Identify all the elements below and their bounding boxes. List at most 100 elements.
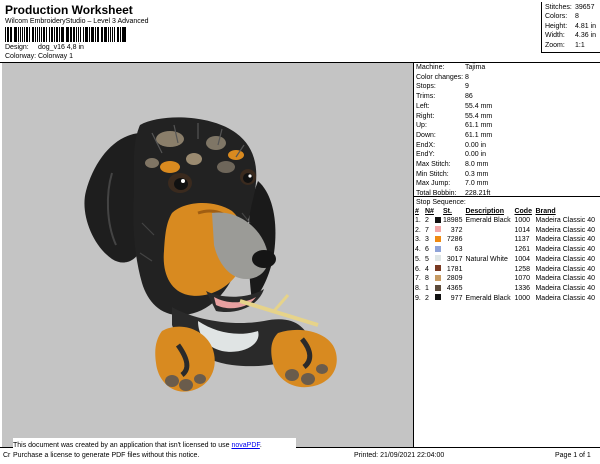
thread-brand: Madeira Classic 40 (535, 246, 595, 254)
stat-width: Width: 4.36 in (545, 31, 600, 40)
machine-info-row: Color changes: 8 (416, 73, 600, 83)
needle-number: 3 (425, 236, 429, 244)
barcode (5, 27, 127, 42)
machine-info-label: Stops: (416, 83, 436, 91)
stat-label: Zoom: (545, 41, 565, 49)
machine-info-value: 9 (465, 83, 469, 91)
stop-number: 4. (415, 246, 421, 254)
machine-info-value: 8 (465, 73, 469, 81)
machine-info-label: EndY: (416, 151, 435, 159)
barcode-bar (6, 27, 9, 42)
design-label: Design: (5, 44, 29, 51)
barcode-bar (107, 27, 109, 42)
stop-number: 8. (415, 284, 421, 292)
stop-number: 6. (415, 265, 421, 273)
barcode-bar (117, 27, 119, 42)
color-swatch (435, 236, 441, 243)
barcode-bar (83, 27, 85, 42)
stop-number: 7. (415, 275, 421, 283)
footer-left-text: Cr (3, 452, 11, 459)
swatch-cell (435, 274, 443, 284)
stitch-count: 372 (450, 226, 463, 234)
stat-stitches: Stitches: 39657 (545, 3, 600, 12)
machine-info-row: Machine: Tajima (416, 63, 600, 73)
stop-number: 9. (415, 294, 421, 302)
barcode-bar (102, 27, 104, 42)
machine-info-value: 0.00 in (465, 151, 487, 159)
thread-code: 1070 (514, 275, 531, 283)
thread-description: Emerald Black (465, 217, 511, 224)
barcode-bar (38, 27, 41, 42)
barcode-bar (41, 27, 43, 42)
stitch-count: 18985 (443, 217, 463, 224)
barcode-bar (28, 27, 30, 42)
machine-info-label: EndX: (416, 141, 436, 149)
machine-info-row: Max Stitch: 8.0 mm (416, 160, 600, 170)
thread-brand: Madeira Classic 40 (535, 284, 595, 292)
needle-number: 7 (425, 226, 429, 234)
machine-info-value: 55.4 mm (465, 102, 493, 110)
thread-brand: Madeira Classic 40 (535, 265, 595, 273)
page-title: Production Worksheet (5, 3, 133, 17)
stop-sequence-divider (414, 196, 600, 197)
design-stats: Stitches: 39657 Colors: 8 Height: 4.81 in W… (541, 2, 600, 54)
machine-info-row: EndY: 0.00 in (416, 150, 600, 160)
stop-row: 4. 6 63 1261 Madeira Classic 40 (415, 245, 599, 255)
stop-number: 5. (415, 255, 421, 263)
swatch-cell (435, 226, 443, 236)
machine-info-row: Left: 55.4 mm (416, 102, 600, 112)
barcode-bar (45, 27, 47, 42)
stitch-count: 7286 (446, 236, 463, 244)
colorway-field: Colorway: Colorway 1 (5, 52, 73, 61)
thread-code: 1000 (514, 294, 531, 302)
machine-info-value: 61.1 mm (465, 122, 493, 130)
notice-text: This document was created by an applicat… (13, 442, 232, 449)
thread-code: 1000 (514, 217, 531, 224)
swatch-cell (435, 284, 443, 294)
color-swatch (435, 226, 441, 233)
column-divider (413, 62, 414, 447)
thread-code: 1137 (514, 236, 530, 244)
license-notice: This document was created by an applicat… (13, 438, 296, 464)
machine-info: Machine: Tajima Color changes: 8 Stops: 9 Trim… (416, 63, 600, 199)
barcode-bar (123, 27, 126, 42)
notice-text: . (259, 442, 262, 449)
machine-info-row: Up: 61.1 mm (416, 121, 600, 131)
color-swatch (435, 216, 441, 223)
stop-number: 3. (415, 236, 421, 244)
needle-number: 4 (425, 265, 429, 273)
barcode-bar (58, 27, 60, 42)
stat-zoom: Zoom: 1:1 (545, 41, 600, 50)
barcode-bar (88, 27, 90, 42)
barcode-bar (71, 27, 73, 42)
col-header (435, 207, 443, 216)
stat-label: Colors: (545, 13, 568, 21)
stop-number: 1. (415, 217, 421, 224)
color-swatch (435, 245, 441, 252)
machine-info-label: Max Stitch: (416, 161, 451, 169)
machine-info-value: 61.1 mm (465, 131, 493, 139)
swatch-cell (435, 255, 443, 265)
stitch-count: 977 (450, 294, 463, 302)
barcode-bar (24, 27, 25, 42)
swatch-cell (435, 294, 443, 304)
swatch-cell (435, 216, 443, 226)
design-value: dog_v16 4,8 in (38, 44, 84, 51)
barcode-bar (9, 27, 11, 42)
barcode-bar (90, 27, 92, 42)
barcode-bar (66, 27, 69, 42)
stop-sequence-title: Stop Sequence: (416, 199, 466, 206)
barcode-bar (75, 27, 77, 42)
novapdf-link[interactable]: novaPDF (231, 442, 259, 449)
needle-number: 5 (425, 255, 429, 263)
swatch-cell (435, 265, 443, 275)
stitch-count: 1781 (446, 265, 463, 273)
machine-info-value: 7.0 mm (465, 180, 489, 188)
machine-info-label: Left: (416, 102, 430, 110)
col-header: Brand (535, 208, 556, 215)
machine-info-label: Right: (416, 112, 435, 120)
machine-info-label: Color changes: (416, 73, 464, 81)
barcode-bar (36, 27, 38, 42)
design-field: Design: dog_v16 4,8 in (5, 43, 84, 52)
needle-number: 2 (425, 217, 429, 224)
